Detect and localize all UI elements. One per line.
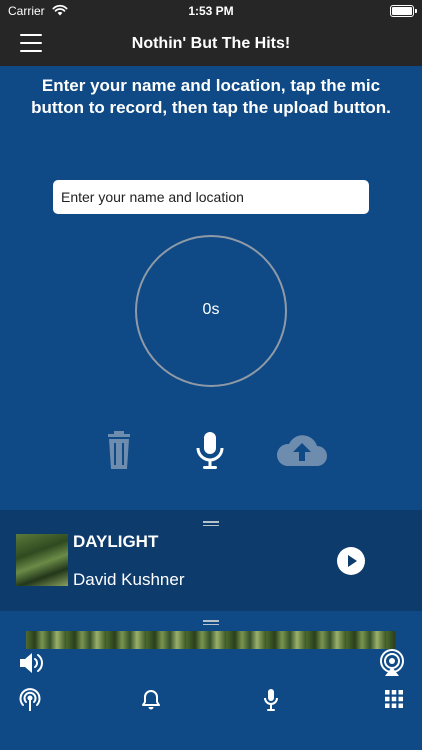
expand-handle[interactable] <box>203 620 219 625</box>
bell-icon[interactable] <box>142 689 160 711</box>
nav-bar: Nothin' But The Hits! <box>0 22 422 66</box>
speaker-icon[interactable] <box>18 651 46 675</box>
microphone-icon[interactable] <box>192 431 228 471</box>
battery-icon <box>390 5 417 17</box>
page-title: Nothin' But The Hits! <box>131 35 291 52</box>
status-time: 1:53 PM <box>188 4 234 18</box>
status-bar: Carrier 1:53 PM <box>0 0 422 22</box>
recording-timer: 0s <box>202 301 220 318</box>
artwork-strip <box>26 631 396 649</box>
broadcast-icon[interactable] <box>18 688 42 712</box>
now-playing-bar[interactable]: DAYLIGHT David Kushner <box>0 510 422 611</box>
song-artist: David Kushner <box>73 570 185 589</box>
name-location-input[interactable] <box>53 180 369 214</box>
song-title: DAYLIGHT <box>73 532 159 551</box>
recorder-instructions: Enter your name and location, tap the mi… <box>31 76 391 117</box>
play-icon[interactable] <box>337 547 365 575</box>
album-art <box>16 534 68 586</box>
grid-icon[interactable] <box>385 690 403 708</box>
cloud-upload-icon[interactable] <box>274 431 330 471</box>
airplay-icon[interactable] <box>378 649 406 677</box>
trash-icon[interactable] <box>101 431 137 471</box>
bottom-panel <box>0 611 422 750</box>
drag-handle[interactable] <box>203 521 219 526</box>
recording-timer-circle: 0s <box>135 235 287 387</box>
microphone-nav-icon[interactable] <box>262 688 280 712</box>
recorder-panel: Enter your name and location, tap the mi… <box>0 66 422 510</box>
